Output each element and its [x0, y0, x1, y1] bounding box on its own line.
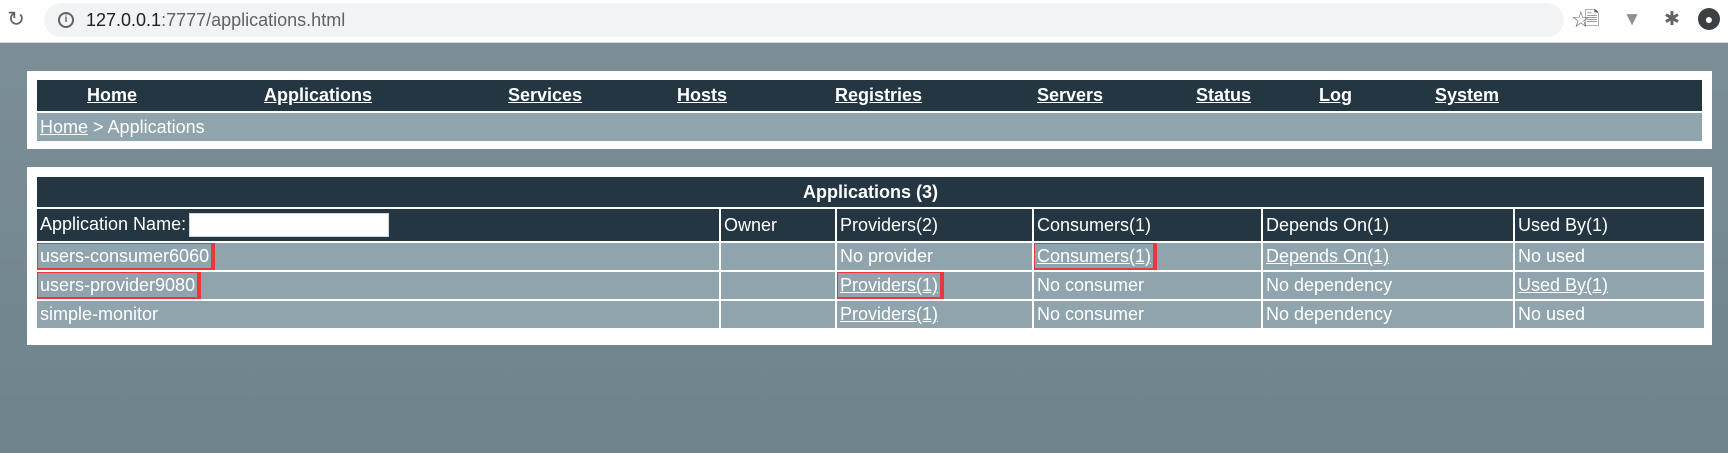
menu-item-hosts[interactable]: Hosts [677, 85, 727, 106]
table-header-row: Application Name: Owner Providers(2) Con… [37, 209, 1705, 241]
main-menu: Home Applications Services Hosts Registr… [37, 80, 1702, 111]
used-by-cell: No used [1515, 243, 1705, 270]
consumers-cell: No consumer [1034, 272, 1261, 299]
table-title-row: Applications (3) [37, 177, 1705, 207]
breadcrumb: Home > Applications [37, 113, 1702, 141]
used-by-cell: Used By(1) [1515, 272, 1705, 299]
applications-panel: Applications (3) Application Name: Owner… [27, 167, 1712, 345]
profile-avatar-icon[interactable]: ● [1698, 8, 1722, 32]
document-extension-icon[interactable]: 🗎 [1580, 8, 1604, 32]
column-header-consumers: Consumers(1) [1034, 209, 1261, 241]
breadcrumb-home-link[interactable]: Home [40, 117, 88, 137]
column-header-depends-on: Depends On(1) [1263, 209, 1513, 241]
url-text[interactable]: 127.0.0.1:7777/applications.html [86, 10, 345, 31]
table-row: users-provider9080 Providers(1) No consu… [37, 272, 1705, 299]
providers-link[interactable]: Providers(1) [840, 304, 938, 324]
menu-item-status[interactable]: Status [1196, 85, 1251, 106]
table-title: Applications (3) [37, 177, 1705, 207]
menu-item-system[interactable]: System [1435, 85, 1499, 106]
providers-cell: Providers(1) [837, 272, 1032, 299]
browser-toolbar: ↻ i 127.0.0.1:7777/applications.html ☆ 🗎… [0, 0, 1728, 43]
application-name-cell: users-consumer6060 [37, 243, 719, 270]
extensions-puzzle-icon[interactable]: ✱ [1660, 8, 1684, 32]
depends-on-cell: Depends On(1) [1263, 243, 1513, 270]
navigation-panel: Home Applications Services Hosts Registr… [27, 71, 1712, 149]
application-name: users-provider9080 [37, 272, 202, 299]
application-name: users-consumer6060 [37, 243, 216, 270]
reload-icon[interactable]: ↻ [6, 8, 26, 32]
providers-cell: Providers(1) [837, 301, 1032, 328]
consumers-cell: No consumer [1034, 301, 1261, 328]
depends-on-cell: No dependency [1263, 272, 1513, 299]
depends-on-link[interactable]: Depends On(1) [1266, 246, 1389, 266]
owner-cell [721, 272, 835, 299]
providers-cell: No provider [837, 243, 1032, 270]
application-name-label: Application Name: [40, 213, 187, 234]
address-bar[interactable]: i 127.0.0.1:7777/applications.html ☆ [44, 3, 1591, 37]
column-header-used-by: Used By(1) [1515, 209, 1705, 241]
owner-cell [721, 301, 835, 328]
application-name-cell: simple-monitor [37, 301, 719, 328]
info-icon[interactable]: i [58, 12, 74, 28]
consumers-link[interactable]: Consumers(1) [1034, 243, 1158, 270]
vue-extension-icon[interactable]: ▼ [1620, 8, 1644, 32]
table-row: users-consumer6060 No provider Consumers… [37, 243, 1705, 270]
column-header-owner: Owner [721, 209, 835, 241]
column-header-name: Application Name: [37, 209, 719, 241]
breadcrumb-current: Applications [107, 117, 205, 137]
used-by-cell: No used [1515, 301, 1705, 328]
providers-link[interactable]: Providers(1) [837, 272, 945, 299]
application-name-cell: users-provider9080 [37, 272, 719, 299]
menu-item-registries[interactable]: Registries [835, 85, 922, 106]
used-by-link[interactable]: Used By(1) [1518, 275, 1608, 295]
applications-table: Applications (3) Application Name: Owner… [35, 175, 1706, 330]
menu-item-services[interactable]: Services [508, 85, 582, 106]
menu-item-servers[interactable]: Servers [1037, 85, 1103, 106]
owner-cell [721, 243, 835, 270]
application-name: simple-monitor [40, 304, 159, 324]
consumers-cell: Consumers(1) [1034, 243, 1261, 270]
application-name-search-input[interactable] [189, 213, 390, 237]
depends-on-cell: No dependency [1263, 301, 1513, 328]
column-header-providers: Providers(2) [837, 209, 1032, 241]
menu-item-log[interactable]: Log [1319, 85, 1352, 106]
menu-item-applications[interactable]: Applications [264, 85, 372, 106]
breadcrumb-separator: > [88, 117, 108, 137]
menu-item-home[interactable]: Home [87, 85, 137, 106]
table-row: simple-monitor Providers(1) No consumer … [37, 301, 1705, 328]
